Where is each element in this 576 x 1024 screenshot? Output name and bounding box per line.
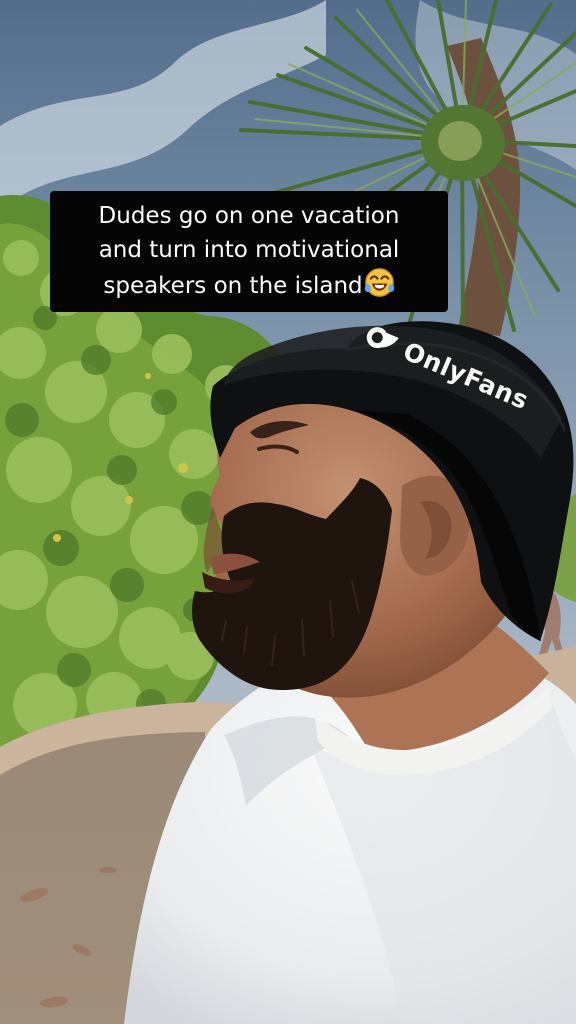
caption-line-2: and turn into motivational xyxy=(98,237,400,263)
caption-box: Dudes go on one vacation and turn into m… xyxy=(50,191,448,312)
beach-selfie-photo: OnlyFans xyxy=(0,0,576,1024)
laughing-crying-emoji-icon xyxy=(364,268,394,297)
caption-line-3-text: speakers on the island xyxy=(103,273,363,299)
video-frame: OnlyFans Dudes go on one vacation and tu… xyxy=(0,0,576,1024)
caption-line-1: Dudes go on one vacation xyxy=(98,203,400,229)
caption-line-3: speakers on the island xyxy=(50,267,448,303)
